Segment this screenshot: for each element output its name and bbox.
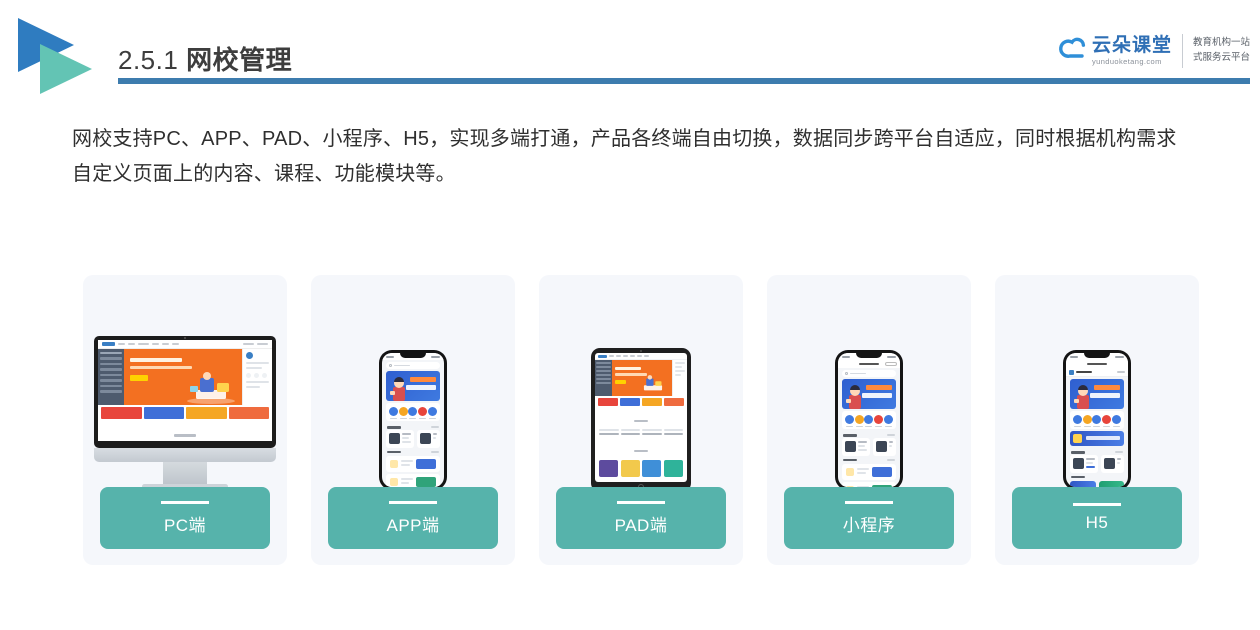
smartphone-miniprogram-mockup-icon	[835, 350, 903, 490]
slide: 2.5.1 网校管理 云朵课堂 yunduoketang.com 教育机构一站 …	[0, 0, 1260, 630]
brand-name-cn: 云朵课堂	[1091, 35, 1172, 57]
device-card-h5[interactable]: H5	[995, 275, 1199, 565]
device-card-miniprogram[interactable]: 小程序	[767, 275, 971, 565]
device-card-pc[interactable]: PC端	[83, 275, 287, 565]
device-label-text: APP端	[386, 515, 440, 535]
brand-tagline-line1: 教育机构一站	[1192, 37, 1250, 49]
brand-text-block: 云朵课堂 yunduoketang.com	[1092, 36, 1172, 66]
device-card-list: PC端 APP端 PAD端 小程序 H5	[83, 275, 1199, 565]
device-label-text: PAD端	[614, 515, 668, 535]
device-label-text: PC端	[163, 515, 207, 535]
brand-name-en: yunduoketang.com	[1091, 56, 1162, 66]
tablet-mockup-icon	[591, 348, 691, 492]
device-label-miniprogram[interactable]: 小程序	[784, 487, 954, 549]
brand-tagline: 教育机构一站 式服务云平台	[1193, 36, 1250, 65]
cloud-icon	[1058, 35, 1090, 67]
smartphone-h5-mockup-icon	[1063, 350, 1131, 490]
brand-tagline-line2: 式服务云平台	[1192, 52, 1250, 63]
imac-mockup-icon	[94, 335, 276, 489]
device-label-pad[interactable]: PAD端	[556, 487, 726, 549]
label-divider	[845, 500, 893, 504]
device-label-text: 小程序	[842, 515, 896, 535]
title-underline-rule	[118, 78, 1250, 84]
section-number: 2.5.1	[118, 45, 179, 75]
label-divider	[1073, 503, 1121, 506]
device-label-pc[interactable]: PC端	[100, 487, 270, 549]
device-label-text: H5	[1085, 513, 1109, 532]
device-label-app[interactable]: APP端	[328, 487, 498, 549]
device-label-h5[interactable]: H5	[1012, 487, 1182, 549]
brand-divider	[1181, 34, 1183, 68]
play-triangle-logo-icon	[18, 18, 104, 96]
section-title: 网校管理	[186, 45, 293, 75]
page-title: 2.5.1 网校管理	[118, 40, 292, 77]
device-card-app[interactable]: APP端	[311, 275, 515, 565]
smartphone-mockup-icon	[379, 350, 447, 490]
brand-logo: 云朵课堂 yunduoketang.com 教育机构一站 式服务云平台	[1058, 28, 1250, 74]
triangle-teal-icon	[40, 44, 92, 94]
body-paragraph: 网校支持PC、APP、PAD、小程序、H5，实现多端打通，产品各终端自由切换，数…	[72, 128, 1177, 185]
device-card-pad[interactable]: PAD端	[539, 275, 743, 565]
label-divider	[161, 500, 209, 504]
label-divider	[617, 500, 665, 504]
label-divider	[389, 500, 437, 504]
